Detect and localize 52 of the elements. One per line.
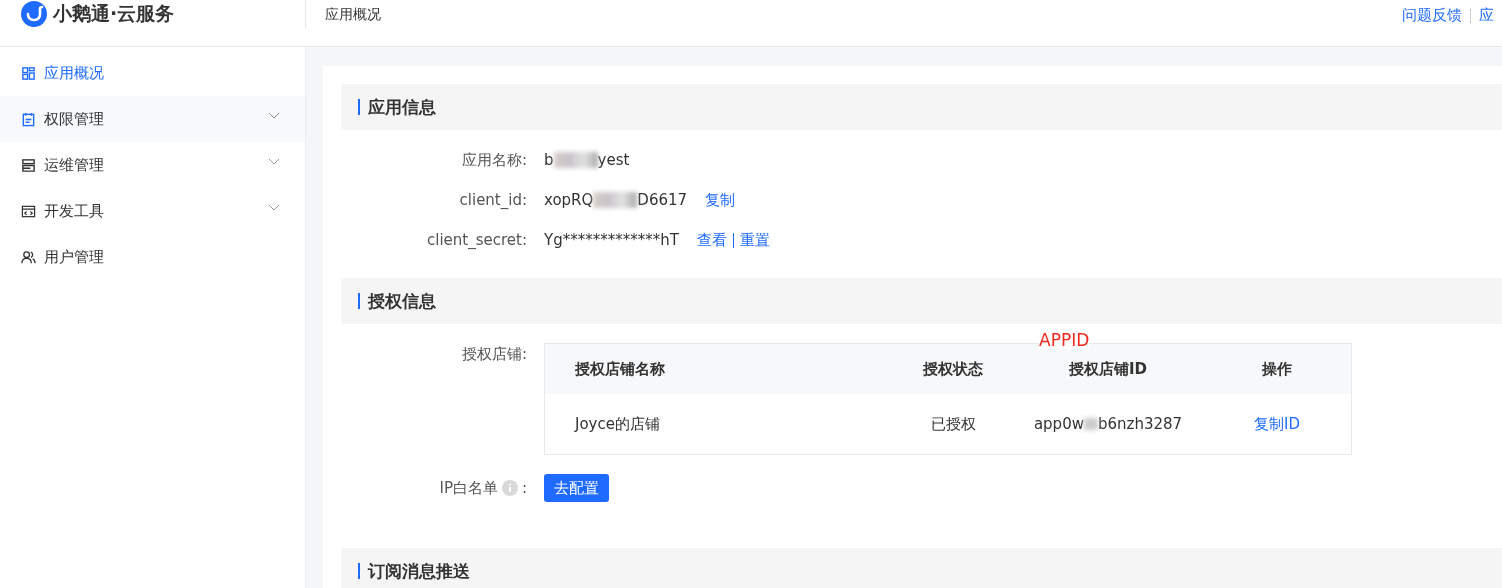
field-label: IP白名单 [439,478,498,498]
configure-button[interactable]: 去配置 [544,474,609,502]
column-header: 授权状态 [922,359,984,379]
brand-name: 小鹅通·云服务 [53,1,175,26]
breadcrumb: 应用概况 [325,6,381,24]
field-label: 应用名称: [460,150,527,170]
annotation-label: APPID [1039,332,1090,349]
column-header: 授权店铺ID [1067,359,1148,379]
header-link[interactable]: 问题反馈 [1402,6,1462,25]
menu-label: 运维管理 [44,155,104,175]
sidebar-item[interactable]: 应用概况 [0,50,305,96]
table-cell-text: app0w b6nzh3287 [1032,415,1184,433]
code-window-icon [21,203,36,219]
field-value: Yg*************hT [544,231,679,249]
copy-id-link[interactable]: 复制ID [1254,414,1300,434]
sidebar-item[interactable]: 运维管理 [0,142,305,188]
field-label: client_id: [458,191,527,209]
action-link[interactable]: 复制 [705,190,736,210]
column-header: 授权店铺名称 [574,359,666,379]
menu-label: 权限管理 [44,109,104,129]
sidebar-item[interactable]: 开发工具 [0,188,305,234]
sidebar-item[interactable]: 权限管理 [0,96,305,142]
menu-label: 应用概况 [44,63,104,83]
redaction-blur [593,192,638,208]
redaction-blur [1083,418,1098,430]
clipboard-icon [21,111,36,127]
field-label: 授权店铺: [460,344,527,364]
action-link[interactable]: 重置 [739,230,770,250]
section-title: 授权信息 [368,289,436,313]
field-label: client_secret: [426,231,527,249]
chevron-down-icon [268,204,280,212]
server-icon [21,157,36,173]
table-cell-text: 已授权 [929,414,977,434]
section-title: 应用信息 [368,95,436,119]
section-title: 订阅消息推送 [368,559,470,583]
users-icon [21,249,36,265]
redaction-blur [553,152,598,168]
goose-logo-icon [21,1,47,27]
field-value: xopRQ D6617 [544,191,688,209]
menu-label: 开发工具 [44,201,104,221]
menu-label: 用户管理 [44,247,104,267]
field-value: b yest [544,151,630,169]
table-cell-text: Joyce的店铺 [573,414,661,434]
sidebar-item[interactable]: 用户管理 [0,234,305,280]
header-link[interactable]: 应 [1479,6,1494,25]
info-icon[interactable] [501,480,518,496]
chevron-down-icon [268,158,280,166]
action-link[interactable]: 查看 [696,230,727,250]
label-colon: : [521,479,527,497]
chevron-down-icon [268,112,280,120]
column-header: 操作 [1261,359,1293,379]
grid-icon [21,65,36,81]
